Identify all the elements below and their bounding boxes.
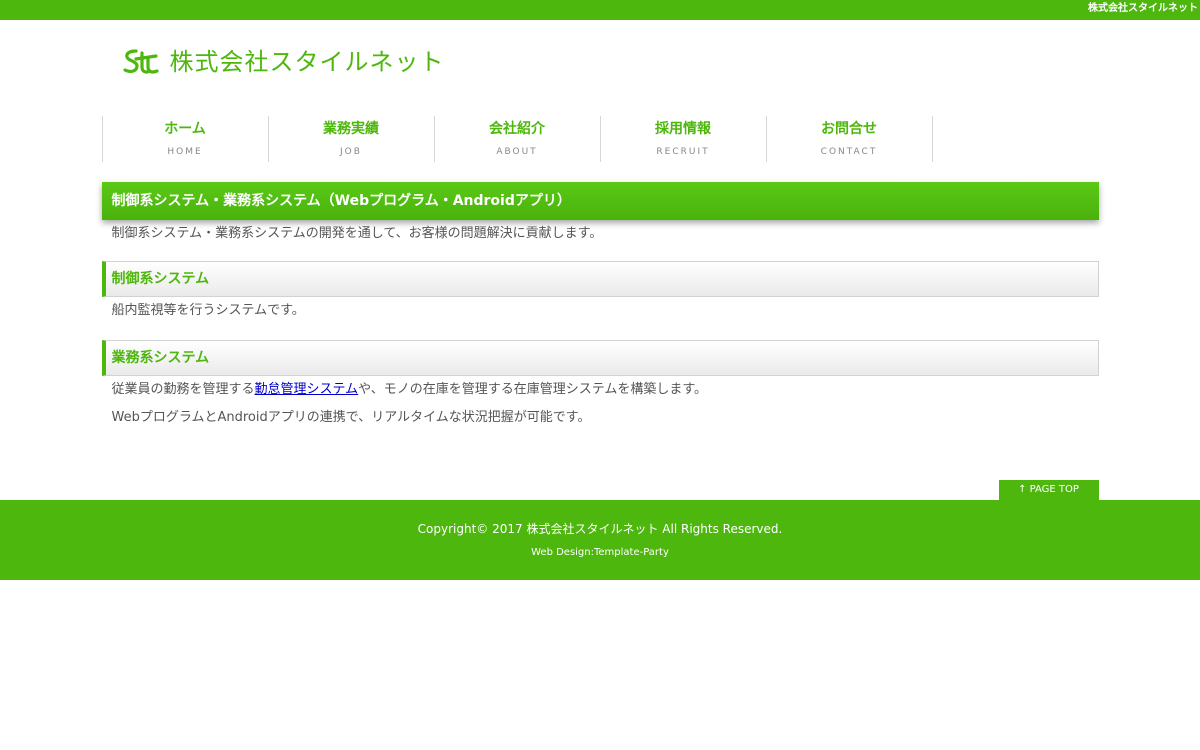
nav-item-home[interactable]: ホーム HOME [101, 116, 268, 162]
page-container: 株式会社スタイルネット ホーム HOME 業務実績 JOB 会社紹介 ABOUT… [101, 20, 1099, 500]
text-fragment: 従業員の勤務を管理する [111, 382, 255, 397]
company-name: 株式会社スタイルネット [169, 48, 445, 76]
nav-item-contact[interactable]: お問合せ CONTACT [765, 116, 933, 162]
intro-text: 制御系システム・業務系システムの開発を通して、お客様の問題解決に貢献します。 [111, 226, 603, 241]
nav-item-about[interactable]: 会社紹介 ABOUT [433, 116, 600, 162]
nav-item-label: お問合せ [821, 121, 877, 137]
section-heading-control-system: 制御系システム [101, 261, 1099, 297]
nav-item-sublabel: CONTACT [820, 147, 878, 157]
section-text-business-system: 従業員の勤務を管理する勤怠管理システムや、モノの在庫を管理する在庫管理システムを… [102, 376, 1099, 404]
web-design-credit: Web Design:Template-Party [531, 547, 669, 558]
main-nav: ホーム HOME 業務実績 JOB 会社紹介 ABOUT 採用情報 RECRUI… [101, 116, 1099, 162]
nav-item-recruit[interactable]: 採用情報 RECRUIT [599, 116, 766, 162]
logo-link[interactable]: 株式会社スタイルネット [122, 47, 445, 77]
page-top-button[interactable]: ↑ PAGE TOP [998, 480, 1099, 500]
copyright-text: Copyright© 2017 株式会社スタイルネット All Rights R… [417, 522, 783, 536]
section-text-business-system-line2: WebプログラムとAndroidアプリの連携で、リアルタイムな状況把握が可能です… [111, 410, 591, 425]
nav-item-sublabel: RECRUIT [656, 147, 710, 157]
section-text-control-system: 船内監視等を行うシステムです。 [111, 303, 305, 318]
site-footer: Copyright© 2017 株式会社スタイルネット All Rights R… [0, 500, 1200, 580]
main-content: 制御系システム・業務系システム（Webプログラム・Androidアプリ） 制御系… [101, 182, 1099, 432]
nav-item-label: 採用情報 [655, 121, 711, 137]
st-logo-icon [122, 47, 160, 77]
nav-item-label: 業務実績 [323, 121, 379, 137]
nav-item-job[interactable]: 業務実績 JOB [267, 116, 434, 162]
site-header: 株式会社スタイルネット [102, 20, 1099, 116]
top-bar-company-name: 株式会社スタイルネット [1088, 3, 1198, 14]
page-title: 制御系システム・業務系システム（Webプログラム・Androidアプリ） [101, 182, 1099, 220]
nav-item-label: ホーム [164, 121, 206, 137]
nav-item-sublabel: ABOUT [496, 147, 538, 157]
attendance-system-link[interactable]: 勤怠管理システム [255, 382, 359, 397]
nav-item-sublabel: HOME [167, 147, 203, 157]
pagetop-wrap: ↑ PAGE TOP [102, 480, 1099, 500]
nav-item-sublabel: JOB [340, 147, 362, 157]
section-heading-business-system: 業務系システム [101, 340, 1099, 376]
top-bar: 株式会社スタイルネット [0, 0, 1200, 20]
text-fragment: や、モノの在庫を管理する在庫管理システムを構築します。 [358, 382, 708, 397]
nav-item-label: 会社紹介 [489, 121, 545, 137]
